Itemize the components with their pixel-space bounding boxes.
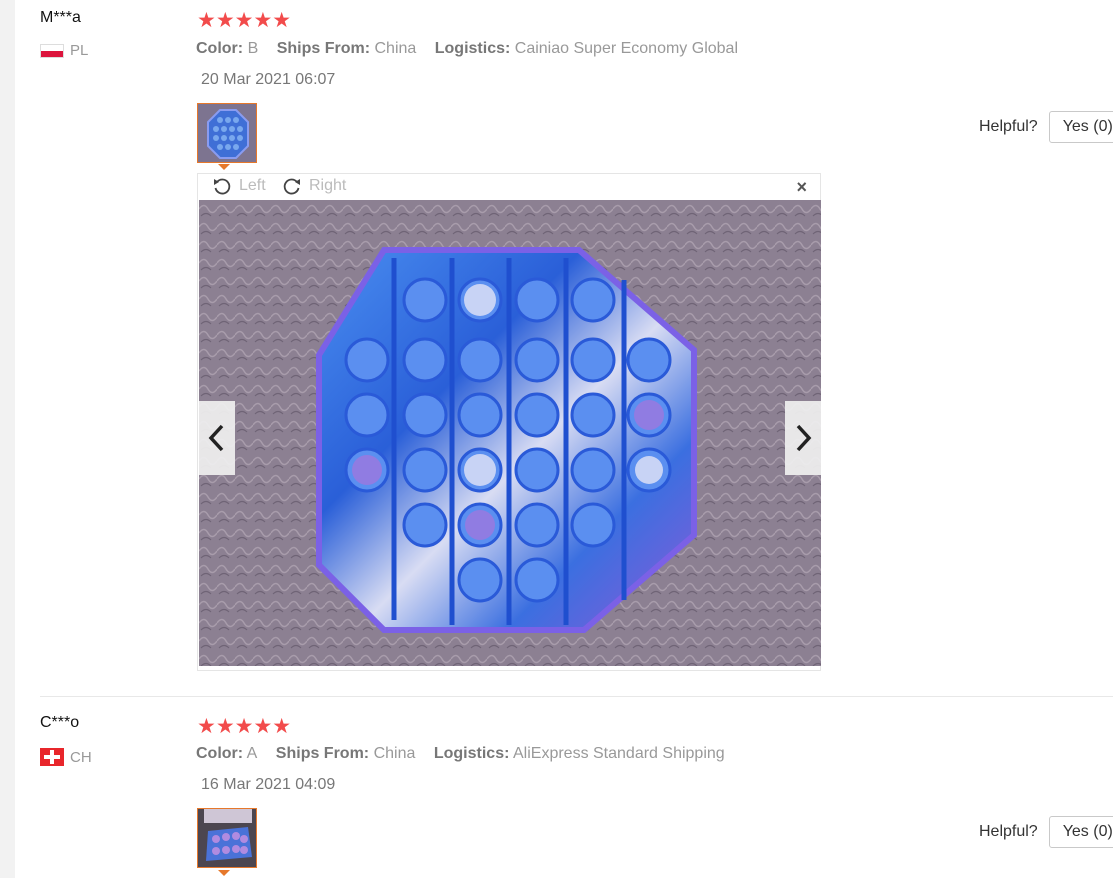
helpful-section: Helpful? Yes (0) [979,111,1113,143]
reviewer-name: M***a [40,9,81,26]
review-photo-thumbnail[interactable] [197,103,257,163]
viewer-toolbar: Left Right × [198,174,820,200]
thumbnail-active-caret [218,870,230,876]
left-rail [0,0,15,878]
attr-label-logistics: Logistics: [433,745,510,762]
rotate-left-label: Left [239,177,266,194]
helpful-yes-button[interactable]: Yes (0) [1048,111,1113,143]
attr-value-color: A [246,745,258,762]
helpful-yes-button[interactable]: Yes (0) [1048,816,1113,848]
next-photo-button[interactable] [785,401,821,475]
attr-value-logistics: AliExpress Standard Shipping [512,745,725,762]
chevron-left-icon [208,424,224,452]
prev-photo-button[interactable] [199,401,235,475]
attr-label-ships-from: Ships From: [276,40,371,57]
attr-label-color: Color: [196,40,244,57]
close-icon[interactable]: × [796,177,807,198]
review-date: 20 Mar 2021 06:07 [201,71,336,88]
pop-it-photo [199,200,821,666]
review-photo-large [199,200,821,666]
star-rating: ★★★★★ [197,9,292,32]
review-attributes: Color: B Ships From: China Logistics: Ca… [196,40,752,58]
rotate-right-label: Right [309,177,347,194]
star-rating: ★★★★★ [197,715,292,738]
attr-label-ships-from: Ships From: [275,745,370,762]
attr-value-logistics: Cainiao Super Economy Global [514,40,738,57]
reviewer-country: CH [40,748,92,766]
review-attributes: Color: A Ships From: China Logistics: Al… [196,745,739,763]
review-date: 16 Mar 2021 04:09 [201,776,336,793]
image-viewer: Left Right × [197,173,821,671]
attr-value-color: B [247,40,259,57]
chevron-right-icon [796,424,812,452]
helpful-section: Helpful? Yes (0) [979,816,1113,848]
thumbnail-image [198,809,256,867]
thumbnail-active-caret [218,164,230,170]
reviewer-country: PL [40,42,88,59]
attr-value-ships-from: China [374,40,417,57]
rotate-left-button[interactable]: Left [212,176,266,196]
review-photo-thumbnail[interactable] [197,808,257,868]
flag-pl-icon [40,43,64,58]
thumbnail-image [198,104,256,162]
helpful-label: Helpful? [979,823,1038,840]
attr-label-color: Color: [196,745,244,762]
helpful-label: Helpful? [979,118,1038,135]
flag-ch-icon [40,748,64,766]
country-code: PL [70,42,89,59]
attr-label-logistics: Logistics: [434,40,511,57]
attr-value-ships-from: China [373,745,416,762]
rotate-left-icon [214,178,231,195]
rotate-right-icon [283,178,300,195]
rotate-right-button[interactable]: Right [282,176,346,196]
country-code: CH [70,748,92,766]
reviewer-name: C***o [40,714,80,731]
